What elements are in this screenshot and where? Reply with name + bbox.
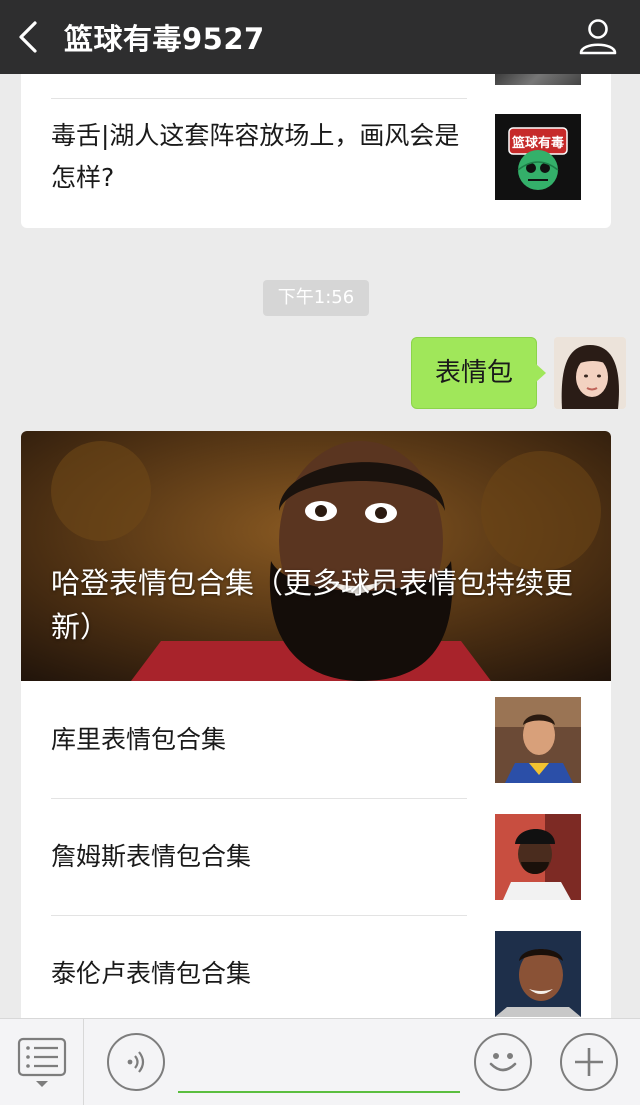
divider [51,98,467,99]
list-item-title: 毒舌|湖人这套阵容放场上，画风会是怎样? [51,121,460,192]
person-icon [579,19,617,55]
chat-area[interactable]: 毒舌|湖人这套阵容放场上，画风会是怎样? 篮球有毒 下午1:56 表情包 哈登表… [0,74,640,1018]
thumbnail-image [495,930,581,1017]
list-item[interactable]: 毒舌|湖人这套阵容放场上，画风会是怎样? 篮球有毒 [21,112,611,202]
timestamp: 下午1:56 [263,280,369,316]
more-button[interactable] [560,1033,618,1091]
basketball-skull-logo: 篮球有毒 [495,114,581,200]
hero-title: 哈登表情包合集（更多球员表情包持续更新） [51,566,574,644]
list-item[interactable] [21,74,611,88]
input-bar [0,1018,640,1105]
svg-text:篮球有毒: 篮球有毒 [511,135,564,151]
chevron-left-icon [19,21,37,53]
message-input[interactable] [178,1091,460,1093]
menu-list-icon [17,1037,66,1087]
plus-icon [575,1048,603,1076]
list-item[interactable]: 詹姆斯表情包合集 [21,798,611,915]
voice-icon [127,1051,145,1073]
nav-bar: 篮球有毒9527 [0,0,640,74]
thumbnail-image [495,74,581,85]
list-item-title: 泰伦卢表情包合集 [51,958,252,988]
thumbnail-image [495,696,581,783]
menu-toggle-button[interactable] [0,1019,84,1105]
list-item[interactable]: 泰伦卢表情包合集 [21,915,611,1018]
article-card[interactable]: 毒舌|湖人这套阵容放场上，画风会是怎样? 篮球有毒 [21,74,611,228]
list-item-title: 詹姆斯表情包合集 [51,841,252,871]
list-item[interactable]: 库里表情包合集 [21,681,611,798]
emoji-icon [489,1053,517,1072]
profile-button[interactable] [574,12,622,60]
thumbnail-image [495,813,581,900]
voice-button[interactable] [107,1033,165,1091]
message-bubble[interactable]: 表情包 [411,337,537,409]
article-card[interactable]: 哈登表情包合集（更多球员表情包持续更新） 库里表情包合集 詹姆斯表情包合集 泰伦… [21,431,611,1018]
hero-banner[interactable]: 哈登表情包合集（更多球员表情包持续更新） [21,431,611,681]
back-button[interactable] [0,0,56,74]
avatar[interactable] [554,337,626,409]
bubble-tail [536,364,546,382]
list-item-title: 库里表情包合集 [51,724,227,754]
emoji-button[interactable] [474,1033,532,1091]
page-title: 篮球有毒9527 [64,22,265,56]
